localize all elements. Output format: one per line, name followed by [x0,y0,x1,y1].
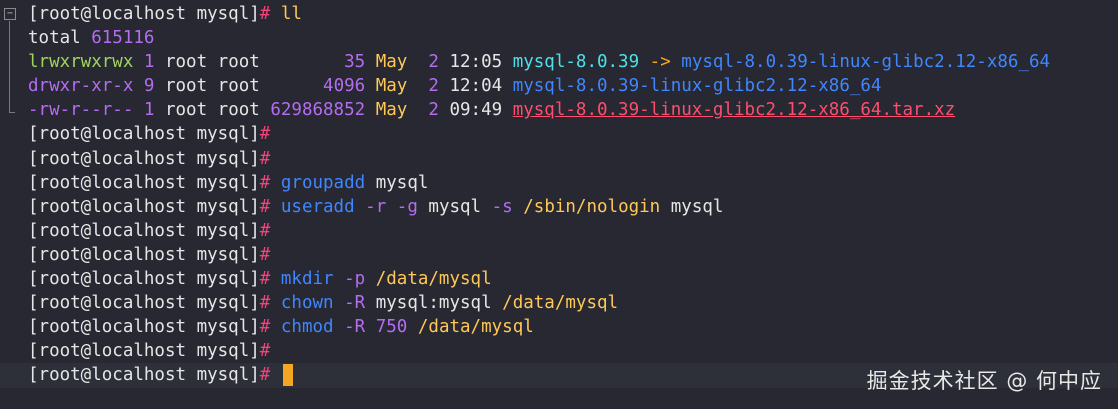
fold-collapse-icon[interactable]: − [4,8,16,20]
terminal-text-segment: # [259,148,271,169]
terminal-text-segment: # [259,244,271,265]
terminal-line: [root@localhost mysql]# [28,147,1118,171]
terminal-line: drwxr-xr-x 9 root root 4096 May 2 12:04 … [28,74,1118,98]
fold-guide-line [9,21,10,113]
terminal-line: -rw-r--r-- 1 root root 629868852 May 2 0… [28,98,1118,122]
terminal-line: total 615116 [28,26,1118,50]
terminal-text-segment: # [259,269,281,290]
terminal-text-segment: 615116 [91,28,155,49]
terminal-window[interactable]: − [root@localhost mysql]# ll total 615116… [0,0,1118,409]
terminal-line: [root@localhost mysql]# [28,339,1118,363]
terminal-text-segment: ll [280,4,302,24]
terminal-text-segment: -rw-r--r-- [28,100,144,121]
terminal-text-segment: 1 [143,100,165,121]
terminal-line: [root@localhost mysql]# chmod -R 750 /da… [28,315,1118,339]
terminal-text-segment: mysql-8.0.39-linux-glibc2.12-x86_64 [681,52,1051,73]
terminal-text-segment: # [259,293,281,314]
terminal-text-segment: 12:05 [449,52,513,73]
terminal-line: [root@localhost mysql]# chown -R mysql:m… [28,291,1118,315]
terminal-text-segment: /sbin/nologin [523,196,661,217]
terminal-text-segment: May [375,52,429,73]
terminal-text-segment: 750 [375,317,418,338]
terminal-text-segment: /data/mysql [502,293,619,314]
terminal-text-segment: mysql [660,196,724,217]
terminal-text-segment: groupadd [280,172,366,193]
terminal-text-segment: May [375,76,429,97]
terminal-text-segment: # [259,196,281,217]
terminal-text-segment: 629868852 [270,100,376,121]
terminal-text-segment: # [259,317,281,338]
fold-guide-end [9,112,15,113]
terminal-text-segment: -s [481,196,524,217]
terminal-text-segment: mysql-8.0.39-linux-glibc2.12-x86_64.tar.… [512,100,956,121]
terminal-text-segment: -R [333,293,376,314]
terminal-text-segment: [root@localhost mysql] [28,293,260,314]
terminal-line: [root@localhost mysql]# [28,219,1118,243]
terminal-text-segment: 35 [344,52,376,73]
terminal-text-segment: # [259,172,281,193]
terminal-text-segment: [root@localhost mysql] [28,341,260,362]
terminal-text-segment: [root@localhost mysql] [28,220,260,241]
terminal-text-segment: mysql:mysql [375,293,503,314]
terminal-text-segment: 2 [428,76,450,97]
terminal-text-segment: useradd [280,196,355,217]
terminal-line: [root@localhost mysql]# mkdir -p /data/m… [28,267,1118,291]
terminal-text-segment: [root@localhost mysql] [28,148,260,169]
terminal-text-segment: /data/mysql [417,317,534,338]
terminal-text-segment: [root@localhost mysql] [28,172,260,193]
terminal-text-segment: 1 [143,52,165,73]
terminal-gutter: − [0,0,22,409]
terminal-text-segment: mysql-8.0.39-linux-glibc2.12-x86_64 [512,76,882,97]
terminal-text-segment: [root@localhost mysql] [28,365,260,386]
terminal-text-segment: chmod [280,317,334,338]
terminal-text-segment: mysql [365,172,429,193]
terminal-text-segment: [root@localhost mysql] [28,4,260,24]
text-cursor [282,364,293,387]
terminal-text-segment: [root@localhost mysql] [28,317,260,338]
terminal-text-segment: [root@localhost mysql] [28,124,260,145]
terminal-text-segment: drwxr-xr-x [28,76,144,97]
terminal-text-segment: chown [280,293,334,314]
terminal-line: lrwxrwxrwx 1 root root 35 May 2 12:05 my… [28,50,1118,74]
terminal-text-segment: # [259,124,271,145]
terminal-text-segment: -r -g [354,196,429,217]
terminal-text-segment: May [375,100,429,121]
terminal-text-segment: root root [164,100,271,121]
terminal-text-segment: mysql [428,196,482,217]
terminal-text-segment: [root@localhost mysql] [28,196,260,217]
terminal-text-segment: /data/mysql [375,269,492,290]
terminal-line: [root@localhost mysql]# groupadd mysql [28,171,1118,195]
terminal-text-segment: 2 [428,52,450,73]
terminal-line: [root@localhost mysql]# useradd -r -g my… [28,195,1118,219]
terminal-text-segment: # [259,341,271,362]
terminal-text-segment: root root [164,52,345,73]
terminal-text-segment: # [259,220,271,241]
terminal-text-segment: root root [164,76,324,97]
terminal-text-segment: 4096 [323,76,376,97]
terminal-text-segment: 9 [143,76,165,97]
terminal-text-segment: mkdir [280,269,334,290]
terminal-line: [root@localhost mysql]# [28,122,1118,146]
terminal-line: [root@localhost mysql]# [28,243,1118,267]
terminal-text-segment: [root@localhost mysql] [28,244,260,265]
watermark-text: 掘金技术社区 @ 何中应 [866,369,1102,393]
terminal-output[interactable]: [root@localhost mysql]# ll total 615116 lr… [0,2,1118,388]
terminal-text-segment: 2 [428,100,450,121]
terminal-text-segment: -p [333,269,376,290]
terminal-line: [root@localhost mysql]# ll [28,2,1118,26]
terminal-text-segment: # [259,365,281,386]
terminal-text-segment: mysql-8.0.39 [512,52,640,73]
terminal-text-segment: lrwxrwxrwx [28,52,144,73]
terminal-text-segment: -R [333,317,376,338]
terminal-text-segment: [root@localhost mysql] [28,269,260,290]
terminal-text-segment: 09:49 [449,100,513,121]
terminal-text-segment: total [28,28,92,49]
terminal-text-segment: -> [639,52,682,73]
terminal-text-segment: # [259,4,281,24]
terminal-text-segment: 12:04 [449,76,513,97]
